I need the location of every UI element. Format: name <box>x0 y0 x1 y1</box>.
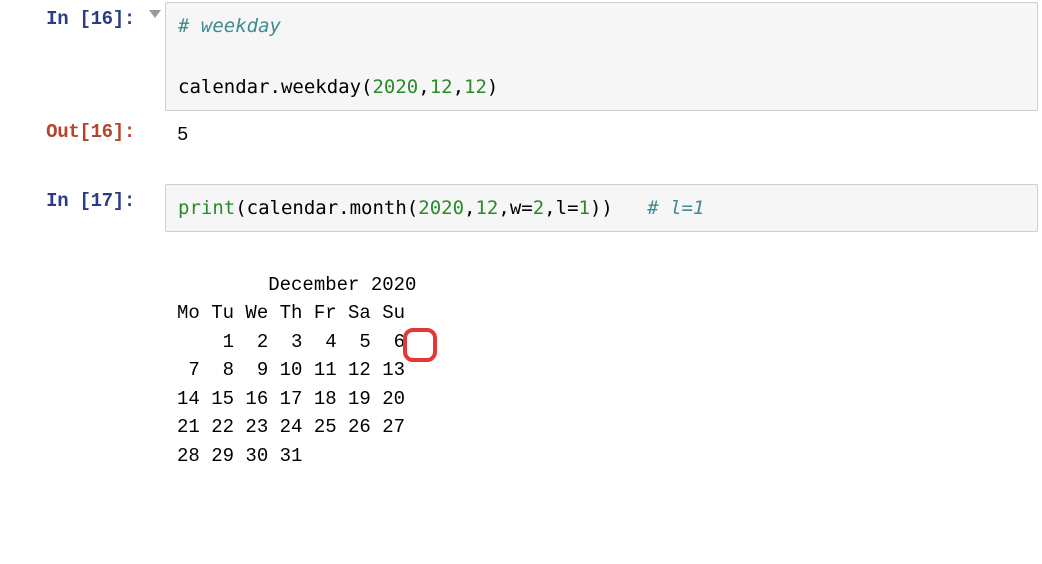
code-text: )) <box>590 197 613 219</box>
code-param: l <box>556 197 567 219</box>
cell-gap <box>0 158 1042 182</box>
code-text: ) <box>487 76 498 98</box>
code-number: 12 <box>430 76 453 98</box>
output-text-17: December 2020 Mo Tu We Th Fr Sa Su 1 2 3… <box>165 234 1042 564</box>
code-gap <box>613 197 647 219</box>
highlight-circle <box>403 328 437 362</box>
code-input-16[interactable]: # weekday calendar.weekday(2020,12,12) <box>165 2 1038 111</box>
code-punct: ( <box>235 197 246 219</box>
code-punct: , <box>418 76 429 98</box>
in-prompt-16: In [16]: <box>0 0 145 38</box>
code-number: 2 <box>533 197 544 219</box>
in-prompt-17: In [17]: <box>0 182 145 220</box>
collapse-toggle-16[interactable] <box>145 0 165 18</box>
code-punct: , <box>544 197 555 219</box>
code-number: 12 <box>464 76 487 98</box>
out-prompt-17-blank <box>0 234 145 250</box>
code-comment: # weekday <box>178 15 281 37</box>
code-func: print <box>178 197 235 219</box>
code-punct: , <box>498 197 509 219</box>
code-number: 2020 <box>418 197 464 219</box>
collapse-spacer-17 <box>145 182 165 192</box>
code-number: 12 <box>475 197 498 219</box>
code-text: calendar.weekday( <box>178 76 372 98</box>
out-prompt-16: Out[16]: <box>0 113 145 151</box>
code-punct: , <box>464 197 475 219</box>
code-number: 1 <box>579 197 590 219</box>
code-input-17[interactable]: print(calendar.month(2020,12,w=2,l=1)) #… <box>165 184 1038 232</box>
chevron-down-icon <box>149 10 161 18</box>
code-param: w <box>510 197 521 219</box>
code-punct: = <box>567 197 578 219</box>
code-number: 2020 <box>372 76 418 98</box>
collapse-spacer <box>145 113 165 123</box>
code-punct: = <box>521 197 532 219</box>
output-text-16: 5 <box>165 113 1042 158</box>
calendar-output: December 2020 Mo Tu We Th Fr Sa Su 1 2 3… <box>177 274 416 467</box>
collapse-spacer-17b <box>145 234 165 244</box>
output-cell-16: Out[16]: 5 <box>0 113 1042 158</box>
input-cell-16: In [16]: # weekday calendar.weekday(2020… <box>0 0 1042 113</box>
code-text: calendar.month( <box>247 197 419 219</box>
output-cell-17: December 2020 Mo Tu We Th Fr Sa Su 1 2 3… <box>0 234 1042 564</box>
code-punct: , <box>453 76 464 98</box>
input-cell-17: In [17]: print(calendar.month(2020,12,w=… <box>0 182 1042 234</box>
code-comment: # l=1 <box>647 197 704 219</box>
